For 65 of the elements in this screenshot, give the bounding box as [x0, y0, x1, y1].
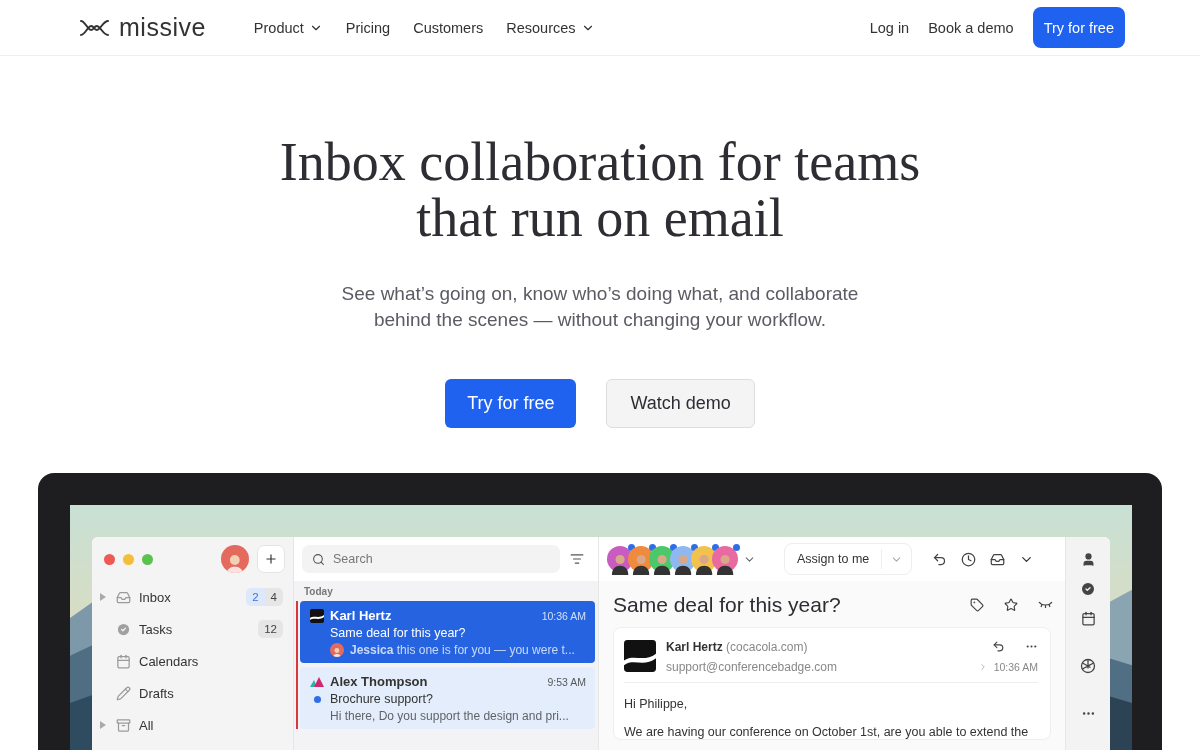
logo-icon[interactable]: [80, 19, 109, 36]
peaks-logo-icon: [310, 676, 324, 687]
conversation-subject: Same deal for this year?: [613, 593, 842, 617]
check-circle-icon: [116, 621, 131, 637]
calendar-icon[interactable]: [1080, 611, 1096, 626]
nav-link[interactable]: Resources: [506, 19, 595, 36]
message-preview: Hi there, Do you support the design and pri...: [330, 709, 569, 723]
email-time: 10:36 AM: [993, 661, 1038, 673]
closed-eye-icon[interactable]: [1038, 601, 1053, 609]
message-card[interactable]: Alex Thompson 9:53 AM Brochure support? Hi there, Do you support the design and pri...: [300, 667, 595, 729]
sidebar-item[interactable]: Calendars: [139, 653, 199, 669]
sidebar-item[interactable]: Tasks: [139, 621, 173, 637]
pencil-icon: [116, 685, 131, 701]
try-free-button[interactable]: Try for free: [1032, 7, 1125, 48]
participant-avatar[interactable]: [712, 546, 738, 572]
inbox-icon: [116, 589, 131, 605]
wave-logo-icon: [310, 608, 324, 623]
participant-avatar[interactable]: [607, 546, 633, 572]
sender-name: Karl Hertz: [330, 608, 392, 623]
check-circle-icon[interactable]: [1080, 581, 1096, 597]
clock-icon[interactable]: [961, 551, 977, 567]
nav-link[interactable]: Product: [253, 19, 323, 36]
email-body: We are having our conference on October 1st, are you able to extend the: [624, 725, 1030, 739]
tag-icon[interactable]: [970, 598, 984, 612]
hero-title: Inbox collaboration for teams that run on email: [279, 134, 921, 246]
close-window-button[interactable]: [104, 553, 115, 565]
user-icon[interactable]: [1080, 552, 1096, 567]
email-greeting: Hi Philippe,: [624, 697, 689, 711]
message-subject: Same deal for this year?: [330, 626, 466, 640]
search-icon: [312, 552, 325, 566]
hero-subtitle: See what’s going on, know who’s doing what, and collaborate behind the scenes — without changing your workflow.: [341, 282, 859, 332]
wave-logo-icon: [624, 640, 656, 672]
email-sender: Karl Hertz (cocacola.com): [666, 640, 809, 654]
message-preview: Jessica this one is for you — you were t...: [350, 643, 575, 657]
message-card[interactable]: Karl Hertz 10:36 AM Same deal for this year? Jessica this one is for you — you were t...: [300, 601, 595, 663]
sidebar-item[interactable]: All: [139, 717, 154, 733]
search-field[interactable]: Search: [302, 545, 560, 573]
archive-icon: [116, 717, 131, 733]
section-heading: Today: [303, 585, 334, 599]
email-address: support@conferencebadge.com: [666, 660, 838, 674]
assign-button[interactable]: Assign to me: [784, 543, 913, 575]
message-subject: Brochure support?: [330, 692, 433, 706]
star-icon[interactable]: [1004, 598, 1018, 612]
sidebar-item[interactable]: Inbox: [139, 589, 171, 605]
book-demo-link[interactable]: Book a demo: [928, 19, 1014, 36]
try-free-button[interactable]: Try for free: [445, 379, 577, 428]
reply-icon[interactable]: [992, 640, 1005, 653]
user-avatar[interactable]: [221, 545, 249, 573]
unread-count: 2: [246, 588, 265, 606]
compose-button[interactable]: [257, 545, 285, 573]
sender-name: Alex Thompson: [330, 674, 428, 689]
plus-icon: [264, 552, 278, 566]
login-link[interactable]: Log in: [869, 19, 910, 36]
message-time: 10:36 AM: [541, 609, 586, 622]
item-count: 12: [258, 620, 283, 638]
reply-icon[interactable]: [932, 551, 948, 567]
nav-link[interactable]: Pricing: [345, 19, 391, 36]
message-time: 9:53 AM: [547, 675, 586, 688]
filter-icon[interactable]: [570, 552, 584, 566]
logo-text[interactable]: missive: [119, 13, 206, 42]
calendar-icon: [116, 653, 131, 669]
watch-demo-button[interactable]: Watch demo: [606, 379, 755, 428]
nav-link[interactable]: Customers: [413, 19, 484, 36]
inbox-icon[interactable]: [990, 551, 1006, 567]
sidebar-item[interactable]: Drafts: [139, 685, 174, 701]
